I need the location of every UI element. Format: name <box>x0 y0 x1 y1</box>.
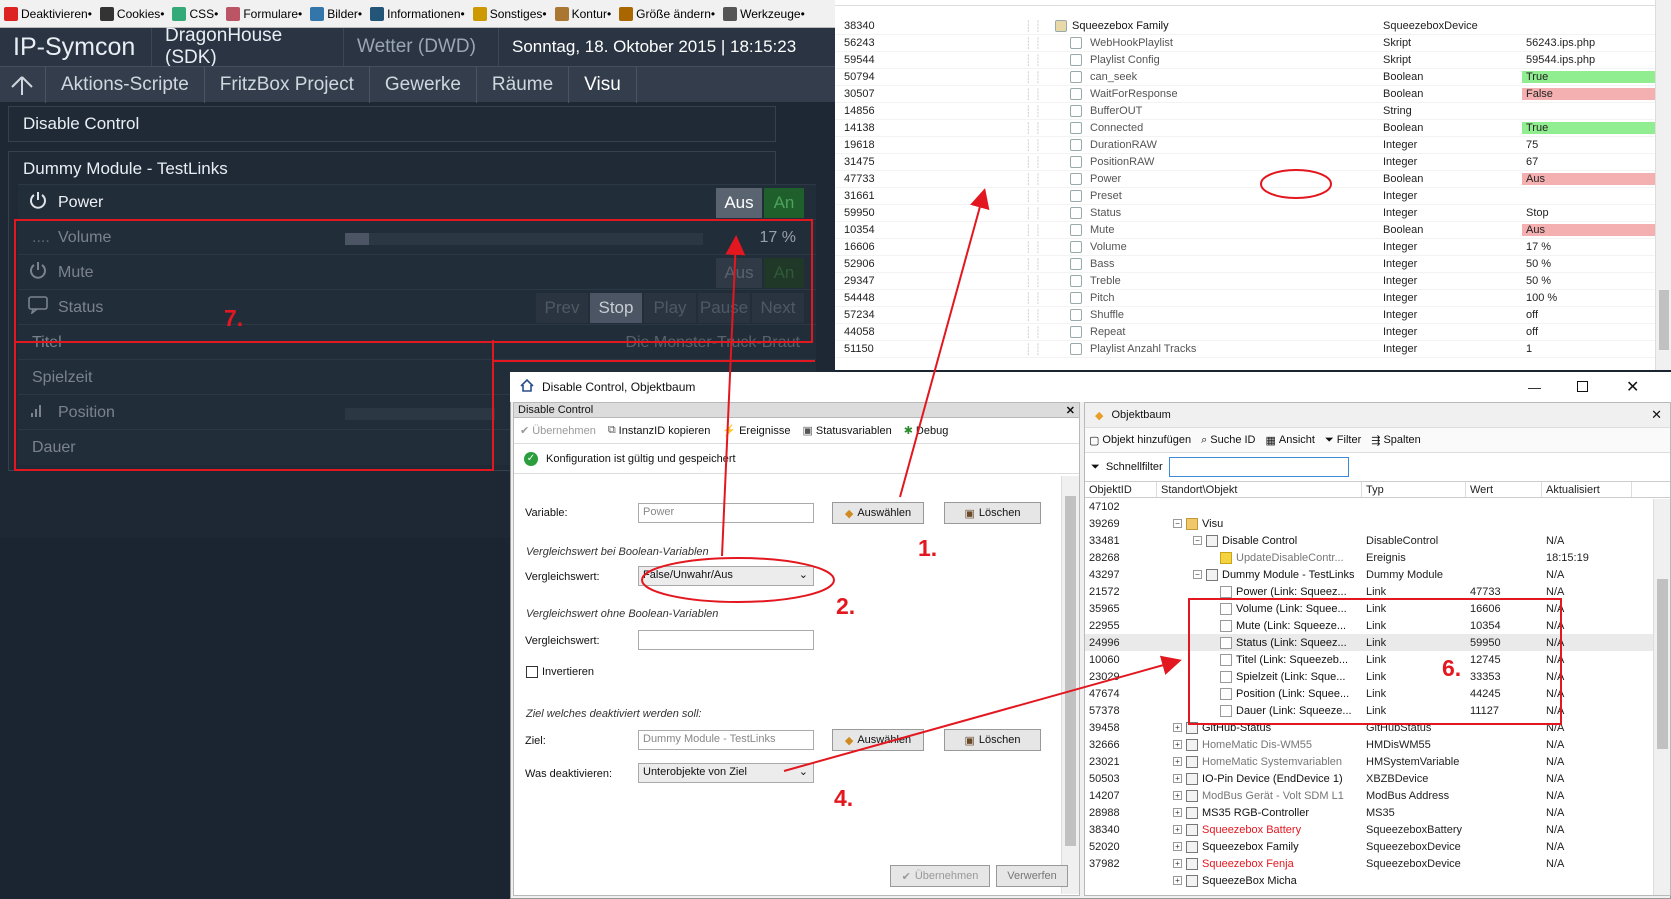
annotation-2: 2. <box>836 593 856 619</box>
annotation-arrows <box>641 169 1332 772</box>
annotation-6: 6. <box>1442 655 1462 681</box>
annotation-7: 7. <box>224 305 244 331</box>
annotation-1: 1. <box>918 535 938 561</box>
annotation-4: 4. <box>834 785 854 811</box>
